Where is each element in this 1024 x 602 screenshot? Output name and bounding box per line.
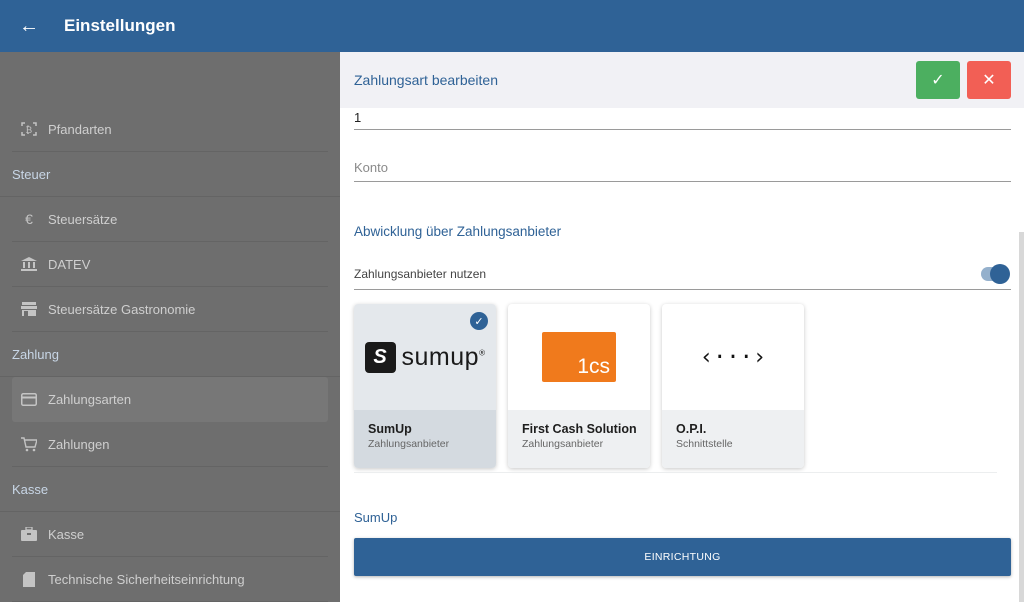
app-bar: ← Einstellungen	[0, 0, 1024, 52]
bank-icon	[20, 255, 38, 273]
sidebar-item-label: Technische Sicherheitseinrichtung	[48, 571, 245, 587]
sidebar-item-steuersaetze-gastronomie[interactable]: Steuersätze Gastronomie	[12, 287, 328, 332]
sd-card-icon	[20, 570, 38, 588]
cancel-button[interactable]: ✕	[967, 61, 1011, 99]
svg-text:₿: ₿	[26, 125, 33, 136]
sidebar-item-label: Pfandarten	[48, 121, 112, 137]
sidebar-item-tse[interactable]: Technische Sicherheitseinrichtung	[12, 557, 328, 602]
sidebar-item-kasse[interactable]: Kasse	[12, 512, 328, 557]
payment-provider-toggle[interactable]	[981, 263, 1010, 284]
confirm-button[interactable]: ✓	[916, 61, 960, 99]
payment-provider-toggle-row: Zahlungsanbieter nutzen	[354, 258, 1011, 290]
card-name: O.P.I.	[676, 422, 707, 436]
setup-button[interactable]: EINRICHTUNG	[354, 538, 1011, 576]
sidebar-item-label: Steuersätze	[48, 211, 118, 227]
sidebar-item-label: Zahlungen	[48, 436, 110, 452]
sidebar-item-zahlungsarten[interactable]: Zahlungsarten	[12, 377, 328, 422]
scrollbar[interactable]	[1019, 232, 1024, 602]
provider-card-first-cash-solution[interactable]: 1cs First Cash Solution Zahlungsanbieter	[508, 304, 650, 468]
panel-title: Zahlungsart bearbeiten	[354, 72, 498, 88]
card-type: Schnittstelle	[676, 438, 733, 450]
sidebar-section-kasse: Kasse	[0, 467, 340, 512]
sidebar-section-zahlung: Zahlung	[0, 332, 340, 377]
sidebar-section-steuer: Steuer	[0, 152, 340, 197]
panel-header: Zahlungsart bearbeiten ✓ ✕	[340, 52, 1024, 108]
cart-icon	[20, 435, 38, 453]
sidebar-item-label: Steuersätze Gastronomie	[48, 301, 196, 317]
sidebar-item-steuersaetze[interactable]: € Steuersätze	[12, 197, 328, 242]
card-type: Zahlungsanbieter	[522, 438, 604, 450]
edit-payment-panel: Zahlungsart bearbeiten ✓ ✕ 1 Konto Abwic…	[340, 52, 1024, 602]
sidebar-item-pfandarten[interactable]: ₿ Pfandarten	[12, 107, 328, 152]
shop-icon	[20, 300, 38, 318]
value-field[interactable]: 1	[354, 110, 1011, 130]
sidebar-item-label: DATEV	[48, 256, 91, 272]
sidebar-item-zahlungen[interactable]: Zahlungen	[12, 422, 328, 467]
sidebar-item-label: Kasse	[48, 526, 85, 542]
first-cash-solution-logo: 1cs	[508, 304, 650, 410]
card-name: First Cash Solution	[522, 422, 637, 436]
deposit-icon: ₿	[20, 120, 38, 138]
section-title: Abwicklung über Zahlungsanbieter	[354, 224, 562, 239]
page-title: Einstellungen	[64, 16, 176, 35]
cash-register-icon	[20, 525, 38, 543]
credit-card-icon	[20, 390, 38, 408]
check-circle-icon: ✓	[470, 312, 488, 330]
toggle-label: Zahlungsanbieter nutzen	[354, 266, 487, 281]
check-icon: ✓	[931, 72, 945, 89]
provider-card-sumup[interactable]: ✓ S sumup® SumUp Zahlungsanbieter	[354, 304, 496, 468]
close-icon: ✕	[982, 72, 996, 89]
interface-icon: ‹···›	[699, 344, 767, 370]
divider	[354, 472, 997, 473]
sidebar-item-datev[interactable]: DATEV	[12, 242, 328, 287]
card-name: SumUp	[368, 422, 412, 436]
card-type: Zahlungsanbieter	[368, 438, 450, 450]
selected-provider-label: SumUp	[354, 510, 398, 525]
sidebar: ₿ Pfandarten Steuer € Steuersätze DATEV …	[0, 52, 340, 602]
provider-cards: ✓ S sumup® SumUp Zahlungsanbieter 1cs Fi…	[354, 304, 804, 468]
euro-icon: €	[25, 211, 33, 227]
konto-field[interactable]: Konto	[354, 160, 1011, 182]
back-arrow-icon[interactable]: ←	[18, 16, 40, 36]
provider-card-opi[interactable]: ‹···› O.P.I. Schnittstelle	[662, 304, 804, 468]
sidebar-item-label: Zahlungsarten	[48, 391, 132, 407]
